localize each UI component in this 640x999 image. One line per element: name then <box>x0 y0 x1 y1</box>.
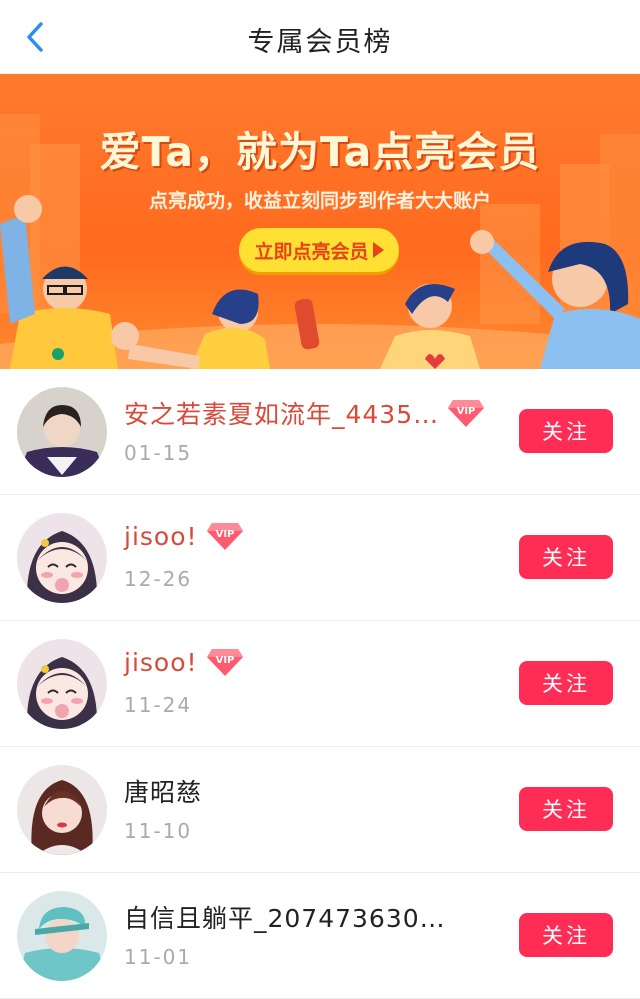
vip-diamond-icon: VIP <box>206 649 243 676</box>
join-date: 01-15 <box>124 441 193 465</box>
page-title: 专属会员榜 <box>247 27 393 58</box>
member-name[interactable]: jisoo! <box>124 522 198 551</box>
follow-button[interactable]: 关注 <box>519 661 613 705</box>
promo-banner[interactable]: 爱Ta，就为Ta点亮会员 点亮成功，收益立刻同步到作者大大账户 立即点亮会员 <box>0 74 640 369</box>
join-date: 11-01 <box>124 945 193 969</box>
member-list: 安之若素夏如流年_4435… VIP 01-15 关注 jisoo! VIP 1… <box>0 369 640 999</box>
vip-diamond-icon: VIP <box>448 400 485 427</box>
list-item[interactable]: 安之若素夏如流年_4435… VIP 01-15 关注 <box>0 369 640 495</box>
avatar[interactable] <box>17 891 107 981</box>
svg-text:VIP: VIP <box>457 406 476 417</box>
vip-diamond-icon: VIP <box>206 523 243 550</box>
light-up-membership-button[interactable]: 立即点亮会员 <box>239 228 399 272</box>
svg-text:VIP: VIP <box>215 529 234 540</box>
banner-subtitle: 点亮成功，收益立刻同步到作者大大账户 <box>148 190 491 212</box>
top-navigation-bar: 专属会员榜 <box>0 0 640 74</box>
join-date: 11-10 <box>124 819 193 843</box>
follow-button[interactable]: 关注 <box>519 409 613 453</box>
play-triangle-icon <box>372 242 384 258</box>
member-name[interactable]: 安之若素夏如流年_4435… <box>124 395 439 431</box>
follow-button[interactable]: 关注 <box>519 787 613 831</box>
member-name[interactable]: 唐昭慈 <box>124 773 202 809</box>
avatar[interactable] <box>17 639 107 729</box>
join-date: 12-26 <box>124 567 193 591</box>
list-item[interactable]: 唐昭慈 11-10 关注 <box>0 747 640 873</box>
follow-button[interactable]: 关注 <box>519 913 613 957</box>
follow-button[interactable]: 关注 <box>519 535 613 579</box>
member-name[interactable]: 自信且躺平_207473630… <box>124 899 446 935</box>
list-item[interactable]: jisoo! VIP 12-26 关注 <box>0 495 640 621</box>
list-item[interactable]: jisoo! VIP 11-24 关注 <box>0 621 640 747</box>
avatar[interactable] <box>17 765 107 855</box>
member-name[interactable]: jisoo! <box>124 648 198 677</box>
join-date: 11-24 <box>124 693 193 717</box>
banner-headline: 爱Ta，就为Ta点亮会员 <box>99 128 541 176</box>
svg-text:VIP: VIP <box>215 655 234 666</box>
avatar[interactable] <box>17 513 107 603</box>
list-item[interactable]: 自信且躺平_207473630… 11-01 关注 <box>0 873 640 999</box>
avatar[interactable] <box>17 387 107 477</box>
cta-label: 立即点亮会员 <box>254 240 369 263</box>
